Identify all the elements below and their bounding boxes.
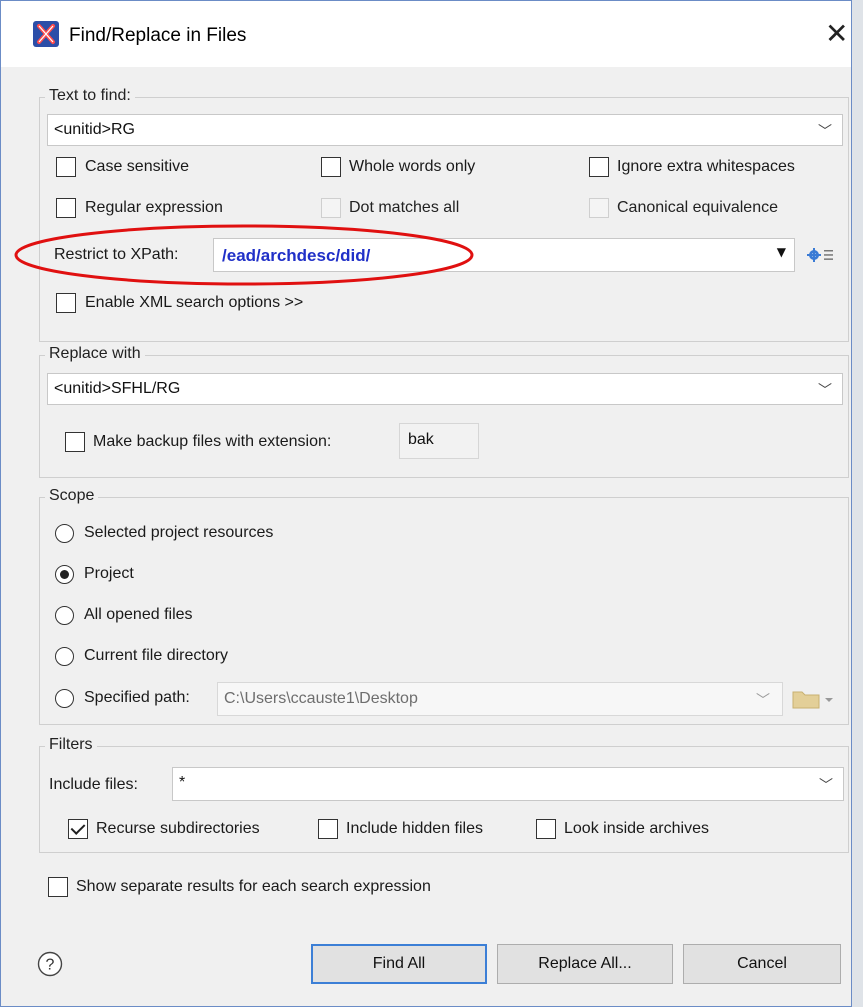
specified-path-value: C:\Users\ccauste1\Desktop xyxy=(224,690,418,707)
radio-project[interactable] xyxy=(55,565,74,584)
find-text-value: <unitid>RG xyxy=(54,121,135,138)
radio-current-file-directory[interactable] xyxy=(55,647,74,666)
canonical-equivalence-checkbox[interactable] xyxy=(589,198,609,218)
look-inside-archives-label: Look inside archives xyxy=(564,820,709,837)
regular-expression-checkbox[interactable] xyxy=(56,198,76,218)
help-glyph: ? xyxy=(46,957,55,974)
cancel-button[interactable]: Cancel xyxy=(683,944,841,984)
folder-icon[interactable] xyxy=(791,688,835,710)
backup-extension-value: bak xyxy=(408,431,434,448)
ignore-whitespaces-label: Ignore extra whitespaces xyxy=(617,158,795,175)
window-title: Find/Replace in Files xyxy=(69,25,247,46)
whole-words-checkbox[interactable] xyxy=(321,157,341,177)
case-sensitive-label: Case sensitive xyxy=(85,158,190,175)
enable-xml-options-label[interactable]: Enable XML search options >> xyxy=(85,294,303,312)
dot-matches-all-label: Dot matches all xyxy=(349,199,460,216)
find-text-combo[interactable]: <unitid>RG ﹀ xyxy=(47,114,843,146)
regular-expression-label: Regular expression xyxy=(85,199,223,216)
specified-path-label: Specified path: xyxy=(84,689,190,706)
make-backup-checkbox[interactable] xyxy=(65,432,85,452)
specified-path-combo[interactable]: C:\Users\ccauste1\Desktop ﹀ xyxy=(217,682,783,716)
chevron-down-icon[interactable]: ﹀ xyxy=(819,775,833,795)
find-replace-dialog: Find/Replace in Files ✕ Text to find: <u… xyxy=(0,0,852,1007)
chevron-down-icon[interactable]: ﹀ xyxy=(818,380,832,400)
radio-selected-project-resources[interactable] xyxy=(55,524,74,543)
case-sensitive-checkbox[interactable] xyxy=(56,157,76,177)
dot-matches-all-checkbox[interactable] xyxy=(321,198,341,218)
replace-all-button[interactable]: Replace All... xyxy=(497,944,673,984)
find-all-button[interactable]: Find All xyxy=(311,944,487,984)
radio-all-opened-files[interactable] xyxy=(55,606,74,625)
backup-extension-field[interactable]: bak xyxy=(399,423,479,459)
oxygen-x-icon xyxy=(33,21,59,47)
scope-label: Scope xyxy=(45,487,99,505)
filters-label: Filters xyxy=(45,736,97,754)
help-icon[interactable]: ? xyxy=(37,951,63,977)
recurse-subdirectories-checkbox[interactable] xyxy=(68,819,88,839)
make-backup-label: Make backup files with extension: xyxy=(93,433,332,450)
include-files-combo[interactable]: * ﹀ xyxy=(172,767,844,801)
xpath-settings-gear-icon[interactable] xyxy=(807,247,835,263)
project-label: Project xyxy=(84,565,134,582)
current-file-directory-label: Current file directory xyxy=(84,647,229,664)
include-hidden-files-checkbox[interactable] xyxy=(318,819,338,839)
replace-text-value: <unitid>SFHL/RG xyxy=(54,380,181,397)
xpath-value: /ead/archdesc/did/ xyxy=(222,246,371,265)
recurse-subdirectories-label: Recurse subdirectories xyxy=(96,820,260,837)
replace-with-label: Replace with xyxy=(45,345,145,363)
xpath-label: Restrict to XPath: xyxy=(54,246,179,263)
all-opened-files-label: All opened files xyxy=(84,606,193,623)
separate-results-checkbox[interactable] xyxy=(48,877,68,897)
chevron-down-icon[interactable]: ﹀ xyxy=(756,690,770,710)
dropdown-arrow-icon[interactable]: ▼ xyxy=(777,245,786,259)
look-inside-archives-checkbox[interactable] xyxy=(536,819,556,839)
include-files-label: Include files: xyxy=(49,776,138,793)
chevron-down-icon[interactable]: ﹀ xyxy=(818,121,832,141)
ignore-whitespaces-checkbox[interactable] xyxy=(589,157,609,177)
title-bar[interactable]: Find/Replace in Files ✕ xyxy=(1,1,851,67)
include-hidden-files-label: Include hidden files xyxy=(346,820,483,837)
selected-project-resources-label: Selected project resources xyxy=(84,524,274,541)
radio-specified-path[interactable] xyxy=(55,689,74,708)
xpath-input[interactable]: /ead/archdesc/did/ ▼ xyxy=(213,238,795,272)
enable-xml-options-checkbox[interactable] xyxy=(56,293,76,313)
canonical-equivalence-label: Canonical equivalence xyxy=(617,199,778,216)
separate-results-label: Show separate results for each search ex… xyxy=(76,878,431,895)
close-icon[interactable]: ✕ xyxy=(825,17,848,50)
include-files-value: * xyxy=(179,774,186,791)
replace-text-combo[interactable]: <unitid>SFHL/RG ﹀ xyxy=(47,373,843,405)
whole-words-label: Whole words only xyxy=(349,158,476,175)
text-to-find-label: Text to find: xyxy=(45,87,135,105)
